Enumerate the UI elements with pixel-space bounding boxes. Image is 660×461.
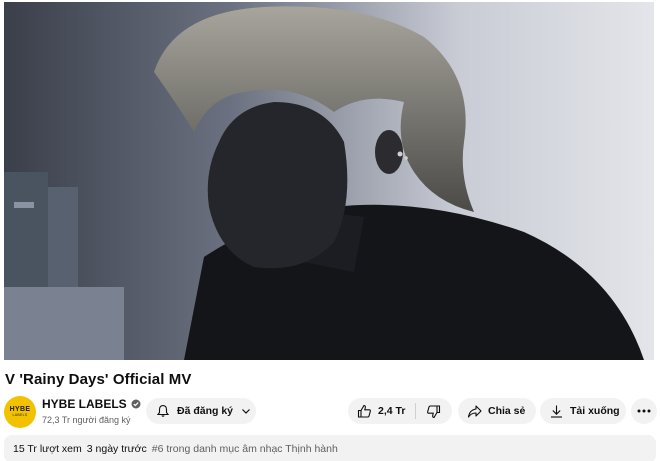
video-player[interactable] <box>4 2 654 360</box>
video-frame <box>4 2 654 360</box>
share-icon <box>467 404 482 418</box>
dislike-button[interactable] <box>416 398 441 424</box>
subscribed-label: Đã đăng ký <box>177 405 234 417</box>
download-label: Tải xuống <box>570 405 620 417</box>
share-label: Chia sẻ <box>488 405 526 417</box>
share-button[interactable]: Chia sẻ <box>458 398 536 424</box>
upload-time: 3 ngày trước <box>86 443 147 455</box>
like-dislike-group: 2,4 Tr <box>348 398 452 424</box>
view-count: 15 Tr lượt xem <box>13 443 82 455</box>
thumbs-up-icon <box>357 404 371 418</box>
avatar-text: HYBE <box>9 406 31 413</box>
bell-icon <box>156 404 170 417</box>
trending-tag[interactable]: #6 trong danh mục âm nhạc Thịnh hành <box>152 443 338 455</box>
download-button[interactable]: Tải xuống <box>540 398 626 424</box>
channel-name-row[interactable]: HYBE LABELS <box>42 397 141 411</box>
thumbs-down-icon <box>427 404 441 418</box>
subscriber-count: 72,3 Tr người đăng ký <box>42 415 131 425</box>
subscribed-button[interactable]: Đã đăng ký <box>146 398 256 424</box>
channel-avatar[interactable]: HYBE LABELS <box>4 396 36 428</box>
description-box[interactable]: 15 Tr lượt xem 3 ngày trước #6 trong dan… <box>4 435 656 461</box>
like-count: 2,4 Tr <box>378 405 406 417</box>
chevron-down-icon <box>242 409 250 414</box>
download-icon <box>551 405 562 418</box>
avatar-subtext: LABELS <box>12 413 28 417</box>
verified-check-icon <box>131 399 141 409</box>
more-horizontal-icon <box>637 409 651 413</box>
video-title: V 'Rainy Days' Official MV <box>5 371 192 388</box>
more-actions-button[interactable] <box>631 398 657 424</box>
like-button[interactable]: 2,4 Tr <box>357 398 415 424</box>
channel-name[interactable]: HYBE LABELS <box>42 397 127 411</box>
